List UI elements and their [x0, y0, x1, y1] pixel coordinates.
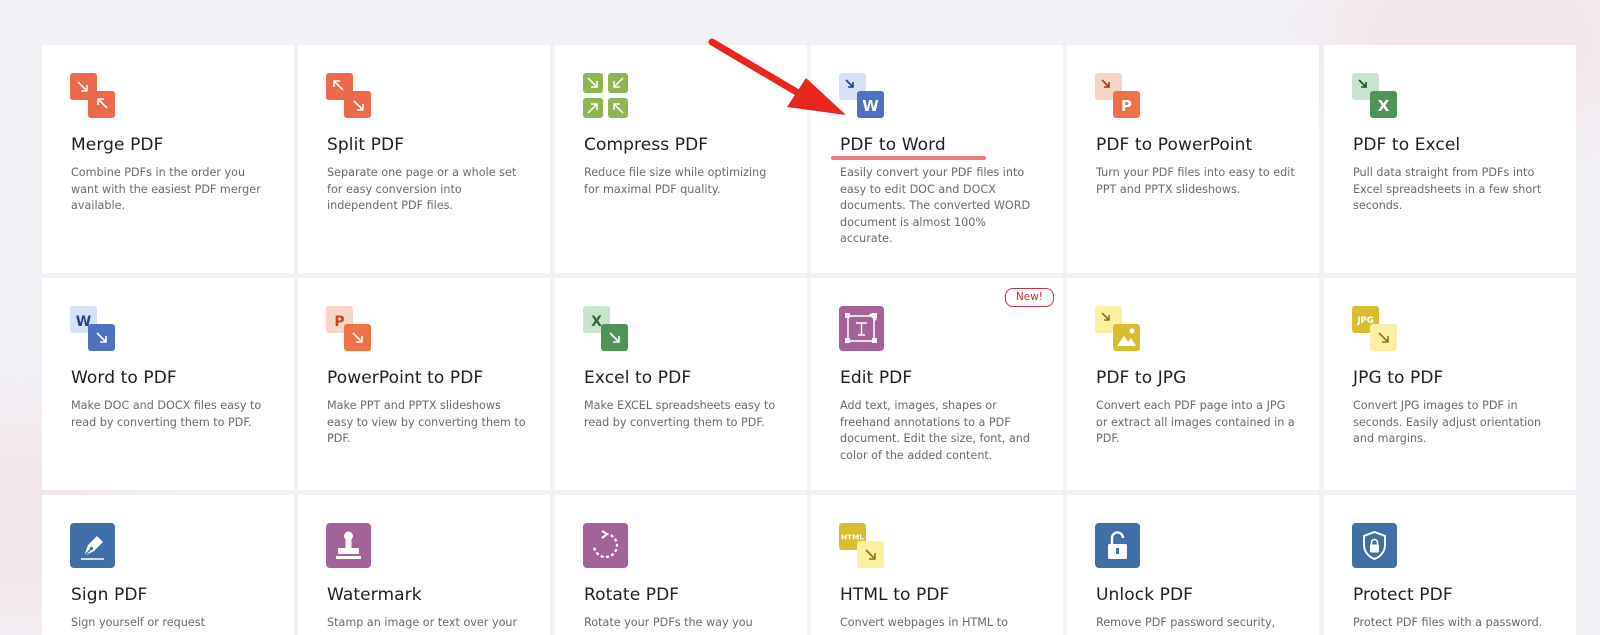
annotation-arrow — [708, 38, 846, 115]
